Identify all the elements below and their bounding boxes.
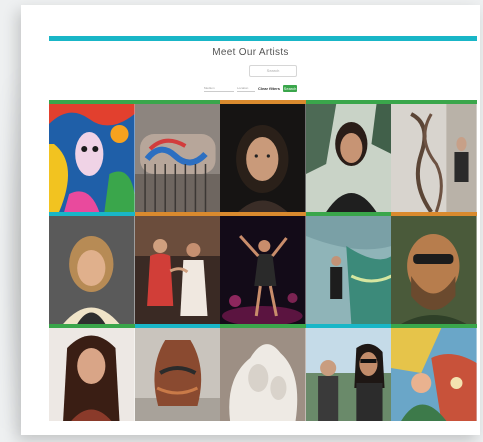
stone-sculpture-image [220,328,306,421]
abstract-face-painting-image [49,104,135,212]
medium-select[interactable]: Medium [204,85,234,92]
portrait-woman-long-hair-image [49,328,135,421]
artist-tile-3[interactable] [220,100,306,212]
artist-tile-4[interactable] [305,100,392,212]
filter-bar: Medium Location Clear filters Search [204,83,298,93]
woman-with-glass-art-image [305,216,392,324]
colorful-mural-image [391,328,477,421]
page-title: Meet Our Artists [212,47,289,58]
website-page: Meet Our Artists Search Medium Location … [21,5,480,435]
portrait-woman-blonde-image [49,216,135,324]
artist-tile-10[interactable] [391,212,477,324]
bearded-man-painting-image [391,216,477,324]
artist-tile-7[interactable] [134,212,221,324]
portrait-woman-dark-hair-image [220,104,306,212]
header-accent-bar [49,36,477,41]
artist-tile-6[interactable] [49,212,135,324]
artist-tile-5[interactable] [391,100,477,212]
artist-tile-15[interactable] [391,324,477,421]
search-input[interactable]: Search [249,65,297,77]
metal-sculpture-image [391,104,477,212]
artist-tile-13[interactable] [220,324,306,421]
dancer-stage-image [220,216,306,324]
dancers-image [134,216,221,324]
artist-tile-9[interactable] [305,212,392,324]
artist-tile-12[interactable] [134,324,221,421]
graffiti-mural-image [134,104,221,212]
artist-grid [49,100,477,421]
raku-vase-image [134,328,221,421]
artist-tile-1[interactable] [49,100,135,212]
artist-tile-14[interactable] [305,324,392,421]
clear-filters-link[interactable]: Clear filters [258,86,280,91]
location-select[interactable]: Location [237,85,255,92]
artist-tile-8[interactable] [220,212,306,324]
couple-outdoors-image [305,328,392,421]
artist-tile-2[interactable] [134,100,221,212]
artist-tile-11[interactable] [49,324,135,421]
search-button[interactable]: Search [283,84,298,92]
portrait-woman-smiling-image [305,104,392,212]
